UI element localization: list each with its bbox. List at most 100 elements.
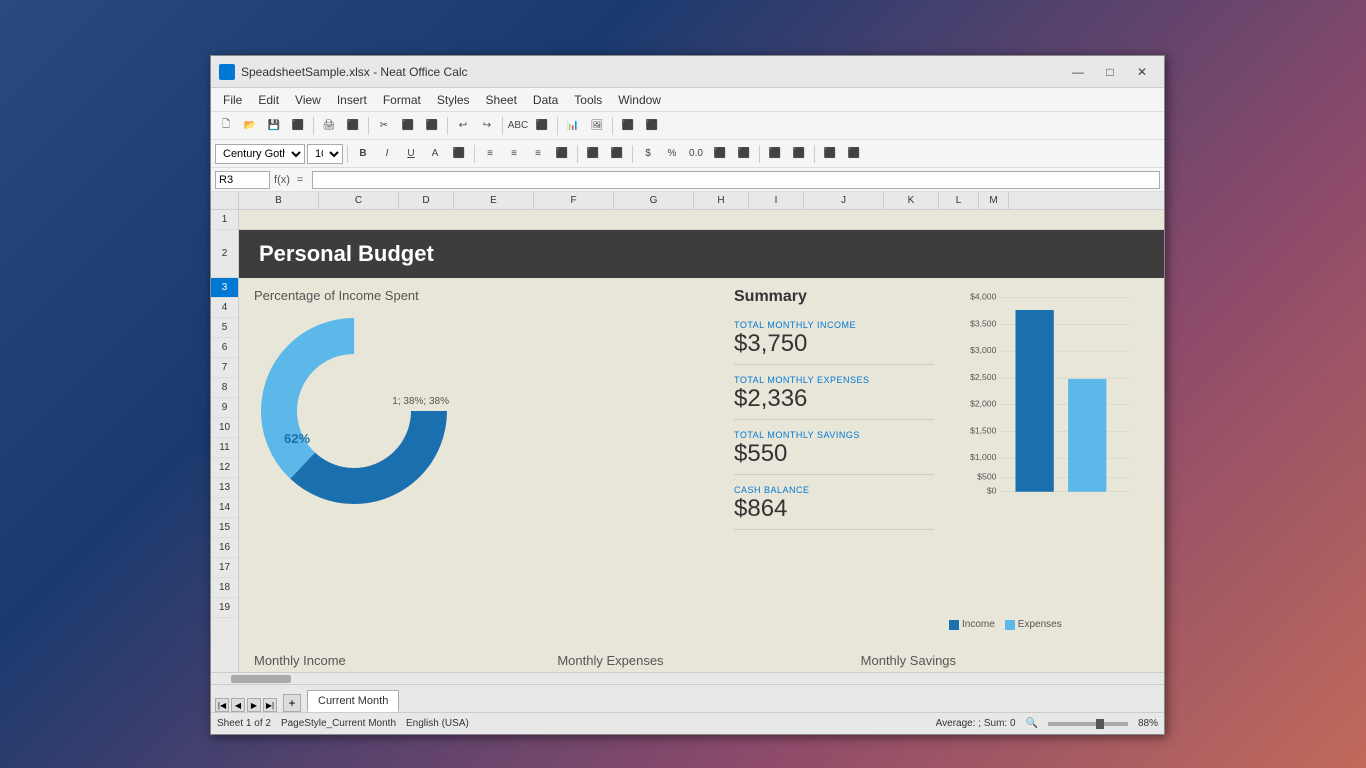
menu-window[interactable]: Window	[610, 91, 669, 109]
row-num-5[interactable]: 5	[211, 318, 238, 338]
row-num-9[interactable]: 9	[211, 398, 238, 418]
left-section: Percentage of Income Spent	[254, 288, 719, 630]
cut-btn[interactable]: ✂	[373, 115, 395, 137]
row-num-10[interactable]: 10	[211, 418, 238, 438]
scrollbar-thumb[interactable]	[231, 675, 291, 683]
currency-btn[interactable]: $	[637, 143, 659, 165]
font-color-btn[interactable]: A	[424, 143, 446, 165]
tab-first-btn[interactable]: |◀	[215, 698, 229, 712]
align-right-btn[interactable]: ≡	[527, 143, 549, 165]
row-num-1[interactable]: 1	[211, 210, 238, 230]
formula-input[interactable]	[312, 171, 1160, 189]
col-header-e[interactable]: E	[454, 192, 534, 209]
col-header-b[interactable]: B	[239, 192, 319, 209]
menu-styles[interactable]: Styles	[429, 91, 478, 109]
row-num-16[interactable]: 16	[211, 538, 238, 558]
menu-data[interactable]: Data	[525, 91, 566, 109]
col-header-h[interactable]: H	[694, 192, 749, 209]
row-num-3[interactable]: 3	[211, 278, 238, 298]
menu-sheet[interactable]: Sheet	[478, 91, 525, 109]
add-sheet-button[interactable]: +	[283, 694, 301, 712]
col-header-c[interactable]: C	[319, 192, 399, 209]
col-header-k[interactable]: K	[884, 192, 939, 209]
border-btn[interactable]: ⬛	[764, 143, 786, 165]
percentage-label: Percentage of Income Spent	[254, 288, 419, 303]
zoom-slider[interactable]	[1048, 722, 1128, 726]
col-header-j[interactable]: J	[804, 192, 884, 209]
redo-btn[interactable]: ↪	[476, 115, 498, 137]
merge-btn[interactable]: ⬛	[582, 143, 604, 165]
align-left-btn[interactable]: ≡	[479, 143, 501, 165]
cell-reference-input[interactable]: R3	[215, 171, 270, 189]
spell-btn[interactable]: ABC	[507, 115, 529, 137]
menu-file[interactable]: File	[215, 91, 250, 109]
tab-next-btn[interactable]: ▶	[247, 698, 261, 712]
row-num-14[interactable]: 14	[211, 498, 238, 518]
zoom-btn[interactable]: ⬛	[843, 143, 865, 165]
percent-btn[interactable]: %	[661, 143, 683, 165]
minimize-button[interactable]: —	[1064, 62, 1092, 82]
row-num-18[interactable]: 18	[211, 578, 238, 598]
filter-btn-tb[interactable]: ⬛	[641, 115, 663, 137]
dec-decimal-btn[interactable]: ⬛	[733, 143, 755, 165]
menu-tools[interactable]: Tools	[566, 91, 610, 109]
sort-btn[interactable]: ⬛	[617, 115, 639, 137]
menu-format[interactable]: Format	[375, 91, 429, 109]
tab-prev-btn[interactable]: ◀	[231, 698, 245, 712]
tab-last-btn[interactable]: ▶|	[263, 698, 277, 712]
menu-edit[interactable]: Edit	[250, 91, 287, 109]
maximize-button[interactable]: □	[1096, 62, 1124, 82]
menu-insert[interactable]: Insert	[329, 91, 375, 109]
indent-btn[interactable]: ⬛	[606, 143, 628, 165]
sep11	[759, 145, 760, 163]
copy-btn[interactable]: ⬛	[397, 115, 419, 137]
row-num-17[interactable]: 17	[211, 558, 238, 578]
italic-btn[interactable]: I	[376, 143, 398, 165]
underline-btn[interactable]: U	[400, 143, 422, 165]
col-header-l[interactable]: L	[939, 192, 979, 209]
new-btn[interactable]: 🗋	[215, 115, 237, 137]
font-name-combo[interactable]: Century Gothic	[215, 144, 305, 164]
inc-decimal-btn[interactable]: ⬛	[709, 143, 731, 165]
font-size-combo[interactable]: 10	[307, 144, 343, 164]
row-num-8[interactable]: 8	[211, 378, 238, 398]
col-header-m[interactable]: M	[979, 192, 1009, 209]
col-header-i[interactable]: I	[749, 192, 804, 209]
row-num-2[interactable]: 2	[211, 230, 238, 278]
col-header-f[interactable]: F	[534, 192, 614, 209]
paste-btn[interactable]: ⬛	[421, 115, 443, 137]
col-header-g[interactable]: G	[614, 192, 694, 209]
row-num-11[interactable]: 11	[211, 438, 238, 458]
donut-svg	[254, 311, 454, 511]
row-num-12[interactable]: 12	[211, 458, 238, 478]
highlight-btn[interactable]: ⬛	[448, 143, 470, 165]
sep3	[447, 117, 448, 135]
row-num-13[interactable]: 13	[211, 478, 238, 498]
bold-btn[interactable]: B	[352, 143, 374, 165]
row-num-15[interactable]: 15	[211, 518, 238, 538]
row-num-19[interactable]: 19	[211, 598, 238, 618]
undo-btn[interactable]: ↩	[452, 115, 474, 137]
align-center-btn[interactable]: ≡	[503, 143, 525, 165]
sep9	[577, 145, 578, 163]
save-btn[interactable]: 💾	[263, 115, 285, 137]
horizontal-scrollbar[interactable]	[211, 672, 1164, 684]
row-num-6[interactable]: 6	[211, 338, 238, 358]
print-preview-btn[interactable]: ⬛	[342, 115, 364, 137]
save-as-btn[interactable]: ⬛	[287, 115, 309, 137]
bg-color-btn[interactable]: ⬛	[788, 143, 810, 165]
col-header-d[interactable]: D	[399, 192, 454, 209]
menu-view[interactable]: View	[287, 91, 329, 109]
close-button[interactable]: ✕	[1128, 62, 1156, 82]
chart-btn[interactable]: 📊	[562, 115, 584, 137]
format-btn[interactable]: ⬛	[531, 115, 553, 137]
freeze-btn[interactable]: ⬛	[819, 143, 841, 165]
open-btn[interactable]: 📂	[239, 115, 261, 137]
row-num-7[interactable]: 7	[211, 358, 238, 378]
wrap-btn[interactable]: ⬛	[551, 143, 573, 165]
image-btn[interactable]: 🖼	[586, 115, 608, 137]
row-num-4[interactable]: 4	[211, 298, 238, 318]
sheet-tab-current-month[interactable]: Current Month	[307, 690, 399, 712]
decimal-btn[interactable]: 0.0	[685, 143, 707, 165]
print-btn[interactable]: 🖨	[318, 115, 340, 137]
